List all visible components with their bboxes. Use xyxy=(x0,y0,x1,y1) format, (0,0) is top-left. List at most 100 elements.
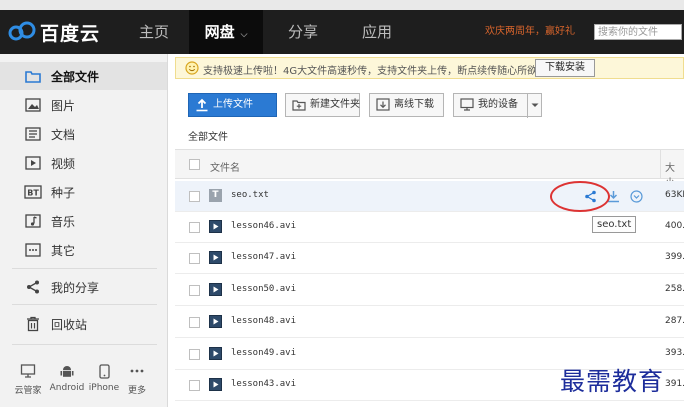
top-strip xyxy=(0,0,684,10)
row-checkbox[interactable] xyxy=(189,253,200,264)
file-name[interactable]: lesson48.avi xyxy=(231,316,296,326)
trash-icon xyxy=(24,315,42,333)
logo[interactable]: 百度云 xyxy=(8,19,100,45)
sidebar-item-torrents[interactable]: BT 种子 xyxy=(0,178,167,206)
table-row[interactable]: lesson50.avi 258. xyxy=(175,275,684,306)
notice-banner: 支持极速上传啦！4G大文件高速秒传，支持文件夹上传，断点续传随心所欲！ 下载安装 xyxy=(175,57,684,79)
select-all-checkbox[interactable] xyxy=(189,159,200,170)
nav-netdisk[interactable]: 网盘 ⌵ xyxy=(189,10,263,54)
bt-icon: BT xyxy=(24,183,42,201)
sidebar-item-documents[interactable]: 文档 xyxy=(0,120,167,148)
file-size: 393. xyxy=(665,348,684,358)
cloud-logo-icon xyxy=(8,21,36,44)
sidebar-item-other[interactable]: 其它 xyxy=(0,236,167,264)
device-more[interactable]: 更多 xyxy=(117,362,157,396)
video-file-icon xyxy=(209,378,222,391)
column-header-name[interactable]: 文件名 xyxy=(210,159,240,174)
sidebar-item-all-files[interactable]: 全部文件 xyxy=(0,62,167,90)
upload-button-label: 上传文件 xyxy=(213,99,253,110)
logo-text: 百度云 xyxy=(40,22,101,45)
nav-home[interactable]: 主页 xyxy=(125,10,183,54)
row-checkbox[interactable] xyxy=(189,285,200,296)
file-name[interactable]: lesson50.avi xyxy=(231,284,296,294)
offline-download-icon xyxy=(376,98,390,120)
smile-icon xyxy=(185,61,199,78)
file-size: 391. xyxy=(665,379,684,389)
sidebar-item-music[interactable]: 音乐 xyxy=(0,207,167,235)
file-name[interactable]: lesson47.avi xyxy=(231,252,296,262)
sidebar-item-videos[interactable]: 视频 xyxy=(0,149,167,177)
video-file-icon xyxy=(209,283,222,296)
other-icon xyxy=(24,241,42,259)
more-icon xyxy=(117,362,157,380)
video-file-icon xyxy=(209,315,222,328)
sidebar-item-recycle-bin[interactable]: 回收站 xyxy=(0,310,167,338)
sidebar-item-label: 种子 xyxy=(51,186,76,200)
device-cloud-manager[interactable]: 云管家 xyxy=(8,362,48,396)
new-folder-icon xyxy=(292,98,306,120)
row-checkbox[interactable] xyxy=(189,222,200,233)
document-icon xyxy=(24,125,42,143)
sidebar-item-label: 音乐 xyxy=(51,215,76,229)
sidebar-divider xyxy=(12,268,157,269)
sidebar: 全部文件 图片 文档 视频 BT 种子 音乐 其它 我的分享 回收站 xyxy=(0,54,168,407)
text-file-icon: T xyxy=(209,189,222,202)
nav-apps[interactable]: 应用 xyxy=(348,10,406,54)
sidebar-item-label: 视频 xyxy=(51,157,76,171)
upload-icon xyxy=(195,98,209,121)
row-checkbox[interactable] xyxy=(189,380,200,391)
share-icon xyxy=(24,278,42,296)
chevron-down-icon[interactable] xyxy=(527,94,542,118)
promo-link[interactable]: 欢庆两周年，赢好礼 xyxy=(485,10,575,54)
sidebar-item-label: 全部文件 xyxy=(51,70,100,84)
video-file-icon xyxy=(209,347,222,360)
new-folder-label: 新建文件夹 xyxy=(310,99,360,110)
svg-text:BT: BT xyxy=(27,189,39,198)
upload-button[interactable]: 上传文件 xyxy=(188,93,277,117)
file-name[interactable]: seo.txt xyxy=(231,190,269,200)
table-row[interactable]: lesson48.avi 287. xyxy=(175,307,684,338)
my-devices-button[interactable]: 我的设备 xyxy=(453,93,542,120)
folder-icon xyxy=(24,67,42,85)
file-size: 287. xyxy=(665,316,684,326)
music-icon xyxy=(24,212,42,230)
notice-text: 支持极速上传啦！4G大文件高速秒传，支持文件夹上传，断点续传随心所欲！ xyxy=(203,66,548,77)
sidebar-item-my-shares[interactable]: 我的分享 xyxy=(0,273,167,301)
row-checkbox[interactable] xyxy=(189,317,200,328)
device-android[interactable]: Android xyxy=(47,362,87,393)
my-devices-label: 我的设备 xyxy=(478,99,518,110)
table-row[interactable]: lesson47.avi 399. xyxy=(175,243,684,274)
file-size: 258. xyxy=(665,284,684,294)
top-nav-bar: 百度云 主页 网盘 ⌵ 分享 应用 欢庆两周年，赢好礼 搜索你的文件 xyxy=(0,10,684,54)
file-size: 399. xyxy=(665,252,684,262)
sidebar-item-label: 回收站 xyxy=(51,318,88,332)
file-name[interactable]: lesson43.avi xyxy=(231,379,296,389)
download-install-button[interactable]: 下载安装 xyxy=(535,59,595,77)
more-options-icon[interactable] xyxy=(628,188,644,204)
device-label: 更多 xyxy=(127,386,146,396)
sidebar-divider xyxy=(12,304,157,305)
nav-netdisk-label: 网盘 xyxy=(204,23,235,41)
file-name[interactable]: lesson46.avi xyxy=(231,221,296,231)
sidebar-item-label: 图片 xyxy=(51,99,76,113)
sidebar-divider xyxy=(12,344,157,345)
breadcrumb[interactable]: 全部文件 xyxy=(188,128,228,143)
device-icon xyxy=(460,98,474,120)
video-icon xyxy=(24,154,42,172)
search-input[interactable]: 搜索你的文件 xyxy=(594,24,682,40)
device-label: 云管家 xyxy=(14,386,42,396)
file-size: 63KB xyxy=(665,190,684,200)
sidebar-item-label: 文档 xyxy=(51,128,76,142)
column-divider xyxy=(660,150,661,178)
sidebar-item-images[interactable]: 图片 xyxy=(0,91,167,119)
new-folder-button[interactable]: 新建文件夹 xyxy=(285,93,360,117)
chevron-down-icon: ⌵ xyxy=(240,30,248,40)
row-checkbox[interactable] xyxy=(189,349,200,360)
offline-download-button[interactable]: 离线下载 xyxy=(369,93,444,117)
video-file-icon xyxy=(209,220,222,233)
row-checkbox[interactable] xyxy=(189,191,200,202)
video-file-icon xyxy=(209,251,222,264)
nav-share[interactable]: 分享 xyxy=(274,10,332,54)
image-icon xyxy=(24,96,42,114)
file-name[interactable]: lesson49.avi xyxy=(231,348,296,358)
